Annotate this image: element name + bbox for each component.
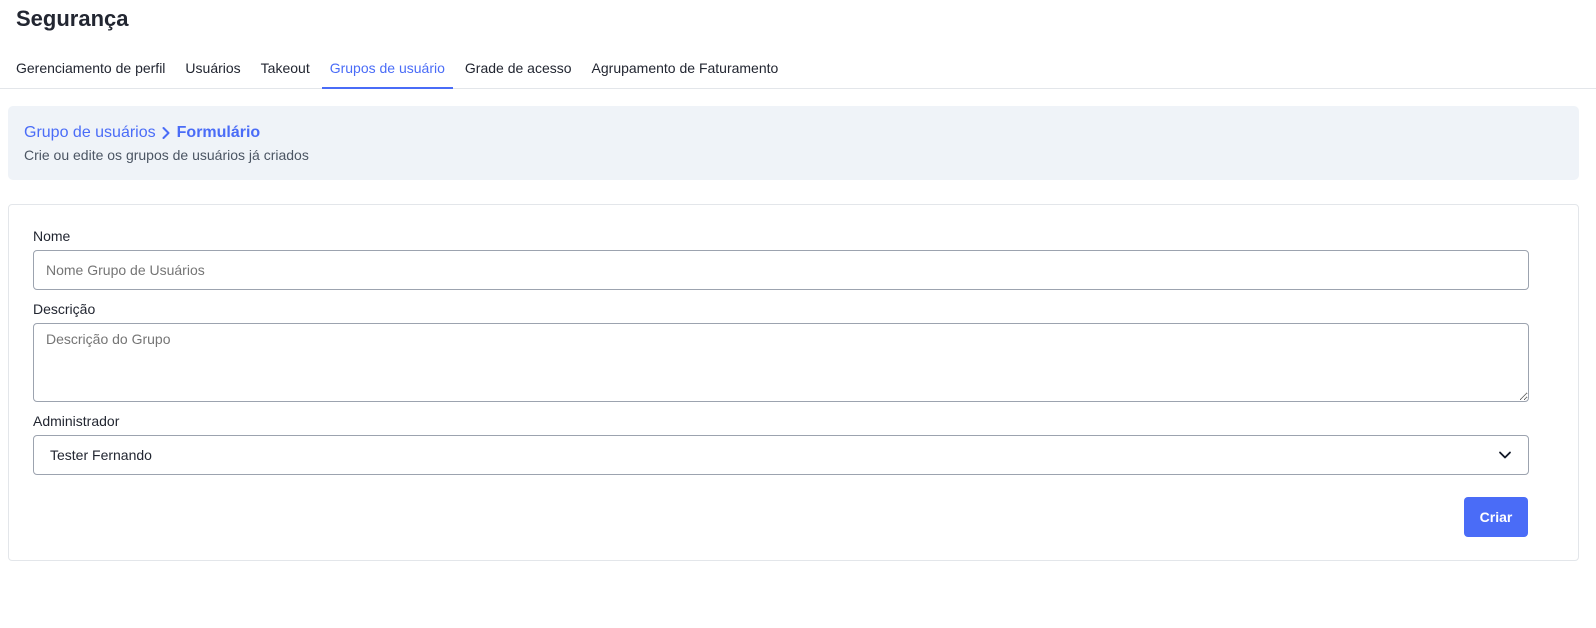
tab-usuarios[interactable]: Usuários xyxy=(177,48,248,88)
administrator-selected-value: Tester Fernando xyxy=(50,447,152,463)
breadcrumb-parent-link[interactable]: Grupo de usuários xyxy=(24,123,156,143)
chevron-right-icon xyxy=(161,126,171,140)
tab-takeout[interactable]: Takeout xyxy=(253,48,318,88)
page-title: Segurança xyxy=(16,6,129,31)
create-button[interactable]: Criar xyxy=(1464,497,1528,537)
description-label: Descrição xyxy=(33,301,96,317)
page-header-card: Grupo de usuários Formulário Crie ou edi… xyxy=(8,106,1579,180)
page-subtitle: Crie ou edite os grupos de usuários já c… xyxy=(24,147,309,163)
user-group-form: Nome Descrição Administrador Tester Fern… xyxy=(8,204,1579,561)
administrator-select[interactable]: Tester Fernando xyxy=(33,435,1529,475)
tab-agrupamento-de-faturamento[interactable]: Agrupamento de Faturamento xyxy=(584,48,787,88)
description-textarea[interactable] xyxy=(33,323,1529,402)
tab-grupos-de-usuario[interactable]: Grupos de usuário xyxy=(321,48,453,89)
breadcrumb: Grupo de usuários Formulário xyxy=(24,123,1563,143)
name-input[interactable] xyxy=(33,250,1529,290)
administrator-label: Administrador xyxy=(33,413,120,429)
tab-grade-de-acesso[interactable]: Grade de acesso xyxy=(457,48,580,88)
breadcrumb-current: Formulário xyxy=(176,124,261,141)
tab-bar: Gerenciamento de perfil Usuários Takeout… xyxy=(0,48,1596,89)
name-label: Nome xyxy=(33,228,71,244)
chevron-down-icon xyxy=(1498,450,1512,460)
tab-gerenciamento-de-perfil[interactable]: Gerenciamento de perfil xyxy=(8,48,173,88)
